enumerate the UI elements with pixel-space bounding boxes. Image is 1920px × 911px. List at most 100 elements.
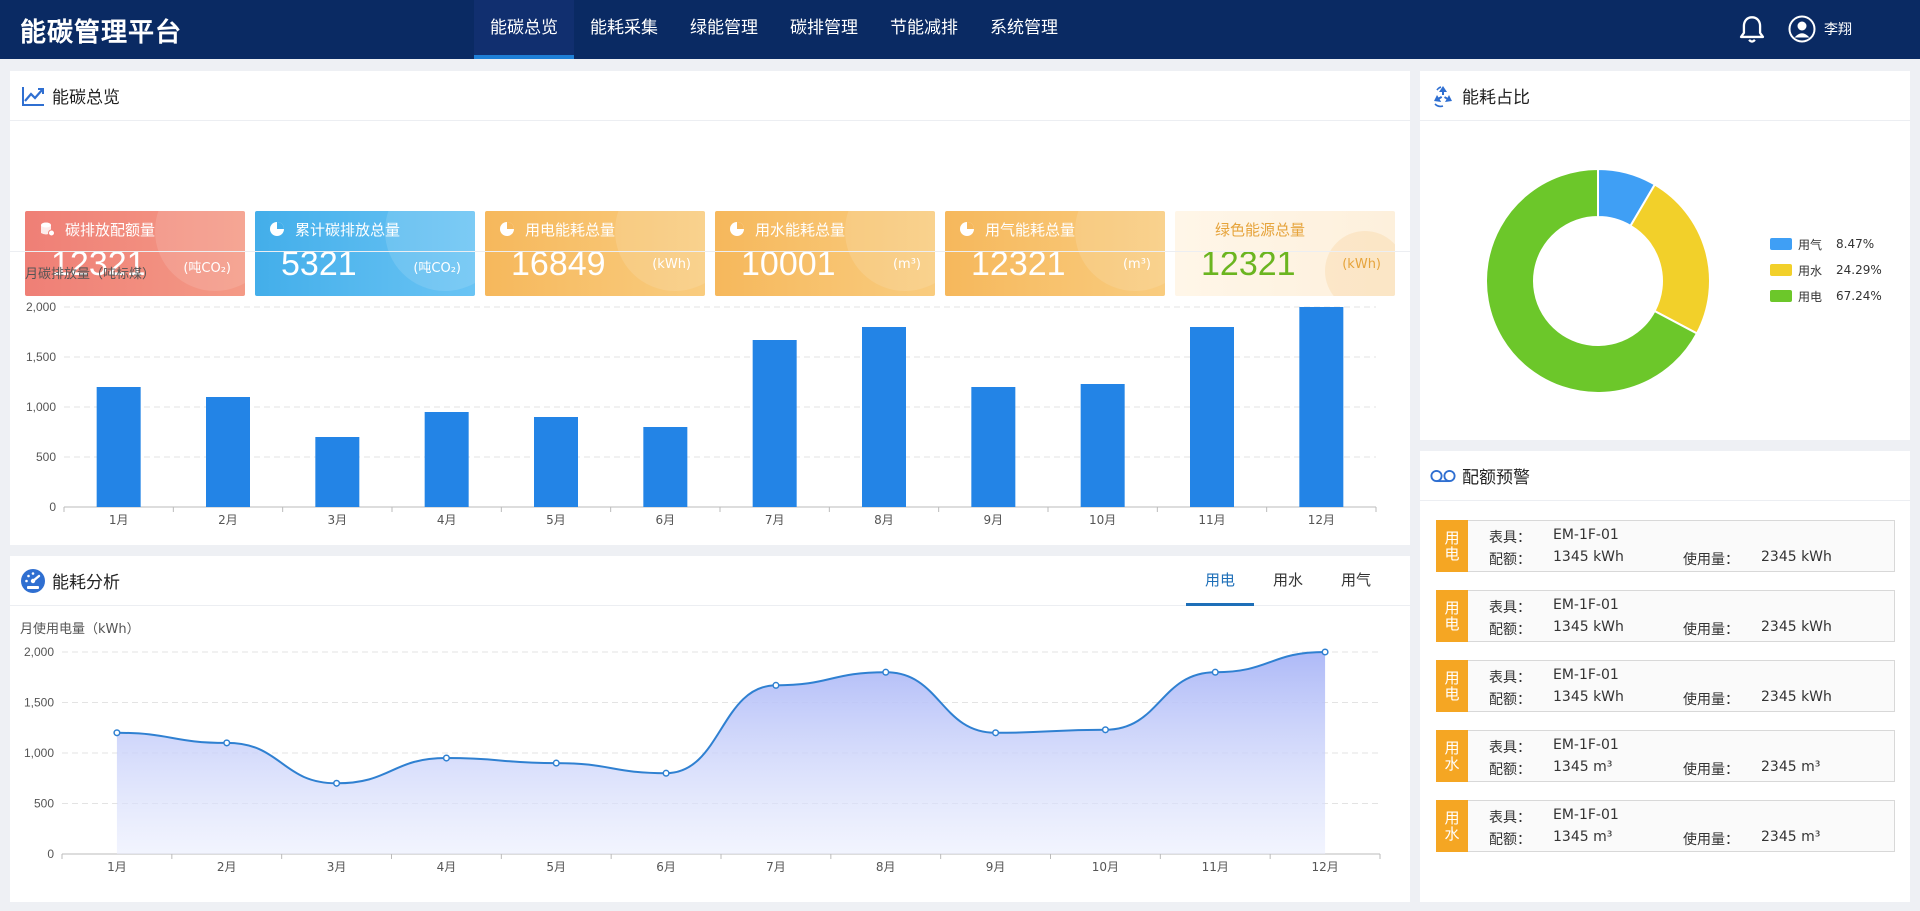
quota-label: 配额：	[1489, 552, 1531, 568]
ratio-header: 能耗占比	[1420, 71, 1910, 121]
bar	[1299, 307, 1344, 507]
quota-label: 配额：	[1489, 622, 1531, 638]
x-tick-label: 9月	[986, 860, 1006, 874]
quota-value: 1345 kWh	[1553, 689, 1624, 705]
monthly-carbon-bar-chart: 0 500 1,000 1,500 2,000 1月 2月 3月 4月 5月 6月 7月 8月 9月 10月…	[26, 300, 1377, 527]
quota-title: 配额预警	[1462, 468, 1530, 488]
quota-alert-item[interactable]: 用电 表具： EM-1F-01 配额： 1345 kWh 使用量： 2345 kWh	[1436, 660, 1895, 712]
x-tick-label: 10月	[1089, 513, 1116, 527]
x-tick-label: 7月	[765, 513, 785, 527]
data-point	[882, 668, 890, 676]
alert-type-tag: 用水	[1436, 800, 1468, 852]
nav-item-overview[interactable]: 能碳总览	[474, 0, 574, 59]
gauge-icon	[20, 568, 46, 594]
y-tick-label: 1,000	[26, 400, 56, 414]
usage-value: 2345 kWh	[1761, 619, 1832, 635]
overview-header: 能碳总览	[10, 71, 1410, 121]
meter-value: EM-1F-01	[1553, 667, 1619, 683]
bar	[1190, 327, 1234, 507]
usage-value: 2345 kWh	[1761, 549, 1832, 565]
user-menu[interactable]: 李翔	[1788, 15, 1852, 43]
bar	[206, 397, 250, 507]
pie-chart-icon	[270, 222, 284, 236]
y-tick-label: 1,500	[26, 350, 56, 364]
kpi-label: 绿色能源总量	[1215, 221, 1306, 239]
nav-item-saving[interactable]: 节能减排	[874, 0, 974, 59]
quota-alert-item[interactable]: 用电 表具： EM-1F-01 配额： 1345 kWh 使用量： 2345 kWh	[1436, 520, 1895, 572]
donut-slice	[1629, 183, 1711, 335]
tab-gas[interactable]: 用气	[1322, 556, 1390, 606]
legend-swatch	[1770, 238, 1792, 250]
quota-header: 配额预警	[1420, 451, 1910, 501]
app-title: 能碳管理平台	[20, 18, 183, 48]
data-point	[1321, 648, 1329, 656]
x-tick-label: 11月	[1202, 860, 1229, 874]
bell-icon[interactable]	[1738, 15, 1766, 45]
recycle-icon	[1430, 83, 1456, 109]
kpi-unit: (吨CO₂)	[413, 261, 461, 276]
user-name: 李翔	[1824, 22, 1852, 38]
x-tick-label: 6月	[656, 860, 676, 874]
kpi-label: 用水能耗总量	[755, 221, 846, 239]
alert-type-tag: 用电	[1436, 590, 1468, 642]
donut-legend: 用气 8.47% 用水 24.29% 用电 67.24%	[1770, 231, 1882, 309]
data-point	[552, 759, 560, 767]
legend-label: 用气	[1798, 237, 1823, 252]
quota-alert-item[interactable]: 用水 表具： EM-1F-01 配额： 1345 m³ 使用量： 2345 m³	[1436, 800, 1895, 852]
monthly-electricity-area-chart: 0 500 1,000 1,500 2,000 1月 2月 3月 4月 5月 6月 7月 8月 9月 10月…	[24, 645, 1381, 874]
data-point	[1211, 668, 1219, 676]
usage-value: 2345 kWh	[1761, 689, 1832, 705]
legend-item-water: 用水 24.29%	[1770, 257, 1882, 283]
usage-label: 使用量：	[1683, 552, 1739, 568]
bar	[534, 417, 578, 507]
quota-label: 配额：	[1489, 832, 1531, 848]
tab-electricity[interactable]: 用电	[1186, 556, 1254, 606]
data-point	[113, 729, 121, 737]
y-tick-label: 2,000	[24, 645, 54, 659]
legend-label: 用电	[1798, 289, 1823, 304]
x-tick-label: 12月	[1311, 860, 1338, 874]
usage-label: 使用量：	[1683, 622, 1739, 638]
line-chart-icon	[20, 83, 46, 109]
quota-label: 配额：	[1489, 692, 1531, 708]
meter-label: 表具：	[1489, 600, 1531, 616]
kpi-unit: (kWh)	[652, 257, 691, 272]
nav-item-green-energy[interactable]: 绿能管理	[674, 0, 774, 59]
y-tick-label: 500	[34, 797, 54, 811]
ratio-title: 能耗占比	[1462, 88, 1530, 108]
x-tick-label: 1月	[107, 860, 127, 874]
kpi-label: 累计碳排放总量	[295, 221, 401, 239]
bar	[96, 387, 141, 507]
kpi-label: 用气能耗总量	[985, 221, 1076, 239]
x-tick-label: 7月	[766, 860, 786, 874]
legend-value: 8.47%	[1836, 237, 1875, 251]
x-tick-label: 2月	[218, 513, 238, 527]
quota-alert-item[interactable]: 用电 表具： EM-1F-01 配额： 1345 kWh 使用量： 2345 kWh	[1436, 590, 1895, 642]
nav-item-carbon[interactable]: 碳排管理	[774, 0, 874, 59]
kpi-unit: (m³)	[892, 257, 921, 272]
bar	[752, 340, 797, 507]
quota-alert-item[interactable]: 用水 表具： EM-1F-01 配额： 1345 m³ 使用量： 2345 m³	[1436, 730, 1895, 782]
bar	[315, 437, 360, 507]
ratio-panel: 能耗占比 用气 8.47% 用水 24.29% 用电 67.24%	[1420, 71, 1910, 440]
nav-item-collection[interactable]: 能耗采集	[574, 0, 674, 59]
overview-divider	[10, 251, 1410, 252]
database-icon	[41, 222, 55, 237]
bar	[1080, 384, 1125, 507]
x-tick-label: 5月	[546, 860, 566, 874]
alert-type-tag: 用电	[1436, 520, 1468, 572]
x-tick-label: 6月	[656, 513, 676, 527]
x-tick-label: 12月	[1308, 513, 1335, 527]
nav-item-system[interactable]: 系统管理	[974, 0, 1074, 59]
x-tick-label: 5月	[546, 513, 566, 527]
legend-item-electricity: 用电 67.24%	[1770, 283, 1882, 309]
tab-water[interactable]: 用水	[1254, 556, 1322, 606]
bar	[971, 387, 1016, 507]
x-tick-label: 3月	[328, 513, 348, 527]
pie-chart-icon	[730, 222, 744, 236]
y-tick-label: 2,000	[26, 300, 56, 314]
meter-value: EM-1F-01	[1553, 527, 1619, 543]
legend-value: 24.29%	[1836, 263, 1882, 277]
y-tick-label: 1,500	[24, 696, 54, 710]
quota-panel: 配额预警 用电 表具： EM-1F-01 配额： 1345 kWh 使用量： 2345 …	[1420, 451, 1910, 902]
